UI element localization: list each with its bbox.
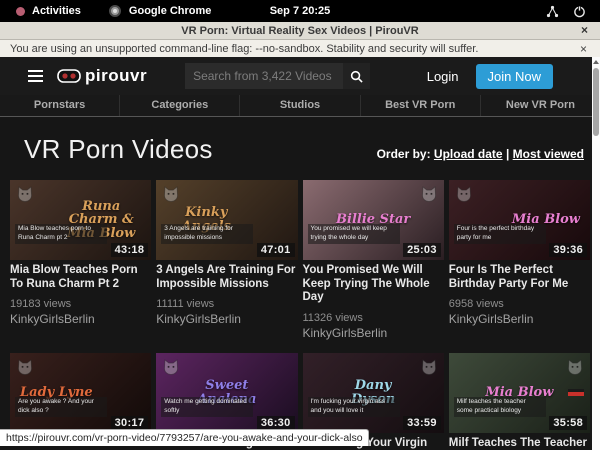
video-views: 11326 views — [303, 312, 444, 324]
status-url-bubble: https://pirouvr.com/vr-porn-video/779325… — [0, 429, 369, 446]
video-studio-link[interactable]: KinkyGirlsBerlin — [10, 312, 95, 326]
clock[interactable]: Sep 7 20:25 — [0, 5, 600, 17]
video-title[interactable]: You Promised We Will Keep Trying The Who… — [303, 264, 444, 305]
video-duration-badge: 36:30 — [257, 416, 295, 430]
scrollbar-thumb[interactable] — [593, 68, 599, 136]
vr-headset-logo-icon — [57, 69, 81, 83]
site-logo-text: pirouvr — [85, 66, 147, 86]
power-icon[interactable] — [573, 5, 586, 18]
site-logo[interactable]: pirouvr — [57, 66, 147, 86]
thumbnail-caption: Mia Blow teaches porn to Runa Charm pt 2 — [15, 224, 107, 244]
thumbnail-caption: Four is the perfect birthday party for m… — [454, 224, 546, 244]
video-views: 11111 views — [156, 298, 297, 310]
thumbnail-caption: Watch me getting dominated softly — [161, 397, 253, 417]
order-by: Order by: Upload date | Most viewed — [377, 147, 584, 161]
video-thumbnail[interactable]: Mia Blow Four is the perfect birthday pa… — [449, 180, 590, 260]
infobar-close-icon[interactable]: × — [580, 42, 587, 56]
window-title: VR Porn: Virtual Reality Sex Videos | Pi… — [181, 25, 418, 37]
video-card: Mia Blow Four is the perfect birthday pa… — [449, 180, 590, 342]
nav-item-categories[interactable]: Categories — [119, 95, 239, 116]
nav-item-new-vr-porn[interactable]: New VR Porn — [480, 95, 600, 116]
page-title: VR Porn Videos — [24, 134, 213, 165]
nav-item-pornstars[interactable]: Pornstars — [0, 95, 119, 116]
video-duration-badge: 25:03 — [403, 243, 441, 257]
infobar-message: You are using an unsupported command-lin… — [10, 43, 478, 55]
video-duration-badge: 43:18 — [111, 243, 149, 257]
site-header: pirouvr Login Join Now — [0, 57, 600, 95]
video-studio-link[interactable]: KinkyGirlsBerlin — [303, 326, 388, 340]
video-title[interactable]: Mia Blow Teaches Porn To Runa Charm Pt 2 — [10, 264, 151, 291]
video-views: 6958 views — [449, 298, 590, 310]
video-duration-badge: 30:17 — [111, 416, 149, 430]
window-close-icon[interactable]: × — [581, 22, 588, 40]
browser-viewport: pirouvr Login Join Now PornstarsCategori… — [0, 57, 600, 450]
nav-item-studios[interactable]: Studios — [239, 95, 359, 116]
video-thumbnail[interactable]: Runa Charm & Mia Blow Mia Blow teaches p… — [10, 180, 151, 260]
page-head: VR Porn Videos Order by: Upload date | M… — [0, 117, 600, 180]
video-thumbnail[interactable]: Dany Dyson I'm fucking your virgin ass a… — [303, 353, 444, 433]
main-nav: PornstarsCategoriesStudiosBest VR PornNe… — [0, 95, 600, 117]
chrome-infobar: You are using an unsupported command-lin… — [0, 40, 600, 57]
thumbnail-caption: Are you awake ? And your dick also ? — [15, 397, 107, 417]
search-button[interactable] — [343, 63, 370, 89]
video-views: 19183 views — [10, 298, 151, 310]
video-duration-badge: 35:58 — [549, 416, 587, 430]
video-thumbnail[interactable]: Sweet Analena Watch me getting dominated… — [156, 353, 297, 433]
join-now-button[interactable]: Join Now — [476, 64, 553, 89]
video-card: Mia Blow Milf teaches the teacher some p… — [449, 353, 590, 450]
order-by-label: Order by: — [377, 147, 431, 161]
hamburger-menu-icon[interactable] — [28, 70, 43, 82]
nav-item-best-vr-porn[interactable]: Best VR Porn — [360, 95, 480, 116]
video-thumbnail[interactable]: Lady Lyne Are you awake ? And your dick … — [10, 353, 151, 433]
network-icon[interactable] — [546, 5, 559, 18]
search-box — [185, 63, 370, 89]
video-thumbnail[interactable]: Kinky Angels 3 Angels are training for i… — [156, 180, 297, 260]
video-duration-badge: 33:59 — [403, 416, 441, 430]
video-title[interactable]: 3 Angels Are Training For Impossible Mis… — [156, 264, 297, 291]
order-most-viewed-link[interactable]: Most viewed — [513, 147, 584, 161]
window-title-bar: VR Porn: Virtual Reality Sex Videos | Pi… — [0, 22, 600, 40]
search-icon — [350, 70, 363, 83]
order-upload-date-link[interactable]: Upload date — [434, 147, 503, 161]
german-flag-icon — [568, 389, 584, 400]
video-studio-link[interactable]: KinkyGirlsBerlin — [449, 312, 534, 326]
system-top-bar: Activities Google Chrome Sep 7 20:25 — [0, 0, 600, 22]
thumbnail-caption: 3 Angels are training for impossible mis… — [161, 224, 253, 244]
video-studio-link[interactable]: KinkyGirlsBerlin — [156, 312, 241, 326]
order-separator: | — [506, 147, 509, 161]
thumbnail-caption: I'm fucking your virgin ass and you will… — [308, 397, 400, 417]
thumbnail-caption: Milf teaches the teacher some practical … — [454, 397, 546, 417]
video-duration-badge: 47:01 — [257, 243, 295, 257]
scrollbar[interactable] — [592, 57, 600, 450]
video-thumbnail[interactable]: Mia Blow Milf teaches the teacher some p… — [449, 353, 590, 433]
video-card: Billie Star You promised we will keep tr… — [303, 180, 444, 342]
video-grid: Runa Charm & Mia Blow Mia Blow teaches p… — [10, 180, 590, 450]
video-title[interactable]: Milf Teaches The Teacher Some Practical … — [449, 437, 590, 450]
thumbnail-caption: You promised we will keep trying the who… — [308, 224, 400, 244]
video-title[interactable]: Four Is The Perfect Birthday Party For M… — [449, 264, 590, 291]
video-thumbnail[interactable]: Billie Star You promised we will keep tr… — [303, 180, 444, 260]
video-card: Kinky Angels 3 Angels are training for i… — [156, 180, 297, 342]
search-input[interactable] — [185, 63, 343, 89]
video-duration-badge: 39:36 — [549, 243, 587, 257]
scrollbar-up-arrow-icon[interactable] — [593, 60, 599, 64]
login-link[interactable]: Login — [427, 69, 459, 84]
video-card: Runa Charm & Mia Blow Mia Blow teaches p… — [10, 180, 151, 342]
